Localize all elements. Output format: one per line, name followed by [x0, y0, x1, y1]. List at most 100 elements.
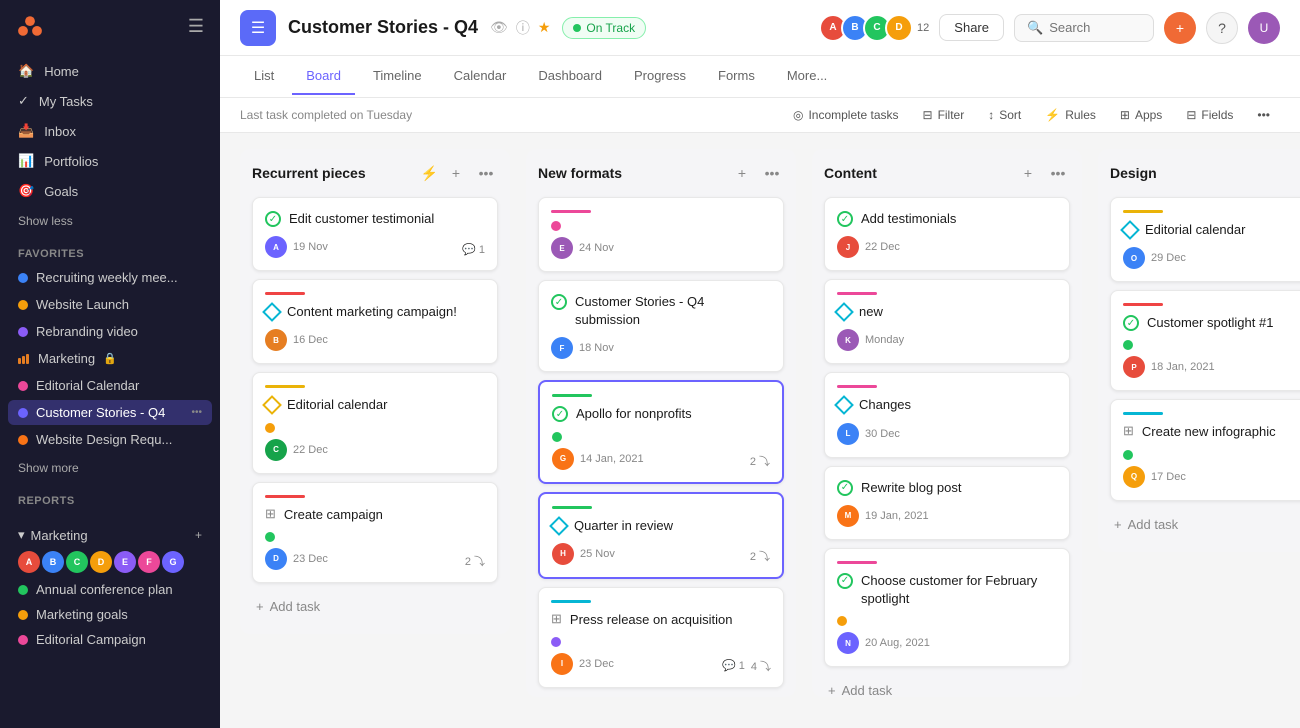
sidebar-item-inbox[interactable]: 📥 Inbox	[8, 116, 212, 146]
add-card-btn[interactable]: +	[730, 161, 754, 185]
card-content-campaign[interactable]: Content marketing campaign! B 16 Dec	[252, 279, 498, 364]
dot-icon	[18, 327, 28, 337]
card-title: Choose customer for February spotlight	[861, 572, 1057, 608]
status-badge[interactable]: On Track	[562, 17, 646, 39]
table-icon: ⊞	[265, 506, 276, 522]
tab-dashboard[interactable]: Dashboard	[524, 58, 616, 95]
card-avatar: C	[265, 439, 287, 461]
hide-icon[interactable]: 👁	[490, 19, 508, 36]
card-create-campaign[interactable]: ⊞ Create campaign D 23 Dec 2 ⤵	[252, 482, 498, 583]
sidebar-item-recruiting[interactable]: Recruiting weekly mee...	[8, 265, 212, 290]
add-button[interactable]: +	[1164, 12, 1196, 44]
rules-btn[interactable]: ⚡ Rules	[1035, 104, 1106, 126]
filter-btn[interactable]: ⊟ Filter	[913, 104, 975, 126]
card-editorial-calendar[interactable]: Editorial calendar C 22 Dec	[252, 372, 498, 473]
toolbar-status: Last task completed on Tuesday	[240, 108, 412, 122]
status-dot	[573, 24, 581, 32]
columns-icon: ⊟	[1186, 108, 1196, 122]
tab-list[interactable]: List	[240, 58, 288, 95]
task-check-icon: ✓	[265, 211, 281, 227]
column-more-btn[interactable]: •••	[1046, 161, 1070, 185]
add-task-btn-new-formats[interactable]: + Add task	[538, 696, 784, 697]
sidebar-item-label: My Tasks	[39, 94, 93, 109]
tab-more[interactable]: More...	[773, 58, 841, 95]
toolbar-btn-label: Rules	[1065, 108, 1096, 122]
marketing-team[interactable]: ▾ Marketing	[18, 527, 88, 543]
tab-forms[interactable]: Forms	[704, 58, 769, 95]
item-actions[interactable]: •••	[191, 407, 202, 418]
card-create-infographic[interactable]: ⊞ Create new infographic Q 17 Dec 1 ⤵	[1110, 399, 1300, 500]
add-card-btn[interactable]: +	[1016, 161, 1040, 185]
sidebar-item-rebranding[interactable]: Rebranding video	[8, 319, 212, 344]
apps-icon: ⊞	[1120, 108, 1130, 122]
sidebar-item-customer-stories[interactable]: Customer Stories - Q4 •••	[8, 400, 212, 425]
sidebar-item-home[interactable]: 🏠 Home	[8, 56, 212, 86]
user-avatar[interactable]: U	[1248, 12, 1280, 44]
card-rewrite-blog[interactable]: ✓ Rewrite blog post M 19 Jan, 2021	[824, 466, 1070, 540]
card-title: Editorial calendar	[1145, 221, 1245, 239]
sidebar-item-portfolios[interactable]: 📊 Portfolios	[8, 146, 212, 176]
column-more-btn[interactable]: •••	[474, 161, 498, 185]
sidebar-item-editorial-campaign[interactable]: Editorial Campaign	[8, 627, 212, 652]
sidebar-item-annual-conference[interactable]: Annual conference plan	[8, 577, 212, 602]
sidebar-item-marketing[interactable]: Marketing 🔒	[8, 346, 212, 371]
sidebar-item-editorial[interactable]: Editorial Calendar	[8, 373, 212, 398]
card-design-editorial[interactable]: Editorial calendar O 29 Dec	[1110, 197, 1300, 282]
sidebar-menu-icon[interactable]: ☰	[188, 16, 204, 37]
sidebar-item-marketing-goals[interactable]: Marketing goals	[8, 602, 212, 627]
share-button[interactable]: Share	[939, 14, 1004, 41]
info-icon[interactable]: ⓘ	[516, 18, 530, 38]
add-task-btn-content[interactable]: + Add task	[824, 675, 1070, 697]
comment-count: 💬 1	[722, 659, 745, 672]
help-button[interactable]: ?	[1206, 12, 1238, 44]
add-task-btn-design[interactable]: + Add task	[1110, 509, 1300, 540]
card-avatar: B	[265, 329, 287, 351]
card-avatar: M	[837, 505, 859, 527]
card-customer-stories-submission[interactable]: ✓ Customer Stories - Q4 submission F 18 …	[538, 280, 784, 372]
fields-btn[interactable]: ⊟ Fields	[1176, 104, 1243, 126]
card-edit-testimonial[interactable]: ✓ Edit customer testimonial A 19 Nov 💬 1	[252, 197, 498, 271]
card-apollo-nonprofits[interactable]: ✓ Apollo for nonprofits G 14 Jan, 2021 2…	[538, 380, 784, 483]
card-new[interactable]: new K Monday	[824, 279, 1070, 364]
tab-timeline[interactable]: Timeline	[359, 58, 436, 95]
dot-icon	[18, 435, 28, 445]
card-avatar: H	[552, 543, 574, 565]
card-avatar: D	[265, 548, 287, 570]
star-icon[interactable]: ★	[538, 19, 551, 36]
search-box[interactable]: 🔍	[1014, 14, 1154, 42]
tab-board[interactable]: Board	[292, 58, 355, 95]
card-choose-customer[interactable]: ✓ Choose customer for February spotlight…	[824, 548, 1070, 667]
column-recurrent: Recurrent pieces ⚡ + ••• ✓ Edit customer…	[240, 149, 510, 634]
tab-calendar[interactable]: Calendar	[440, 58, 521, 95]
sidebar-item-goals[interactable]: 🎯 Goals	[8, 176, 212, 206]
card-add-testimonials[interactable]: ✓ Add testimonials J 22 Dec	[824, 197, 1070, 271]
card-date: 29 Dec	[1151, 252, 1186, 264]
sidebar-item-website-design[interactable]: Website Design Requ...	[8, 427, 212, 452]
show-more-btn[interactable]: Show more	[0, 457, 220, 479]
tab-progress[interactable]: Progress	[620, 58, 700, 95]
card-changes[interactable]: Changes L 30 Dec	[824, 372, 1070, 457]
show-less-btn[interactable]: Show less	[0, 210, 220, 232]
add-team-icon[interactable]: +	[195, 528, 202, 542]
card-title: Create campaign	[284, 506, 383, 524]
sidebar-item-my-tasks[interactable]: ✓ My Tasks	[8, 86, 212, 116]
team-avatar: G	[162, 551, 184, 573]
sidebar-item-website-launch[interactable]: Website Launch	[8, 292, 212, 317]
card-customer-spotlight[interactable]: ✓ Customer spotlight #1 P 18 Jan, 2021 1…	[1110, 290, 1300, 391]
column-more-btn[interactable]: •••	[760, 161, 784, 185]
card-nf1[interactable]: E 24 Nov	[538, 197, 784, 272]
card-color-bar	[265, 385, 305, 388]
sort-btn[interactable]: ↕ Sort	[978, 104, 1031, 126]
card-press-release[interactable]: ⊞ Press release on acquisition I 23 Dec …	[538, 587, 784, 688]
add-task-btn-recurrent[interactable]: + Add task	[252, 591, 498, 622]
more-options-btn[interactable]: •••	[1247, 104, 1280, 126]
incomplete-tasks-btn[interactable]: ◎ Incomplete tasks	[783, 104, 909, 126]
toolbar: Last task completed on Tuesday ◎ Incompl…	[220, 98, 1300, 133]
card-color-bar	[1123, 412, 1163, 415]
card-quarter-review[interactable]: Quarter in review H 25 Nov 2 ⤵	[538, 492, 784, 579]
task-check-icon: ✓	[551, 294, 567, 310]
search-input[interactable]	[1049, 20, 1141, 35]
apps-btn[interactable]: ⊞ Apps	[1110, 104, 1172, 126]
card-color-bar	[837, 292, 877, 295]
add-card-btn[interactable]: +	[444, 161, 468, 185]
